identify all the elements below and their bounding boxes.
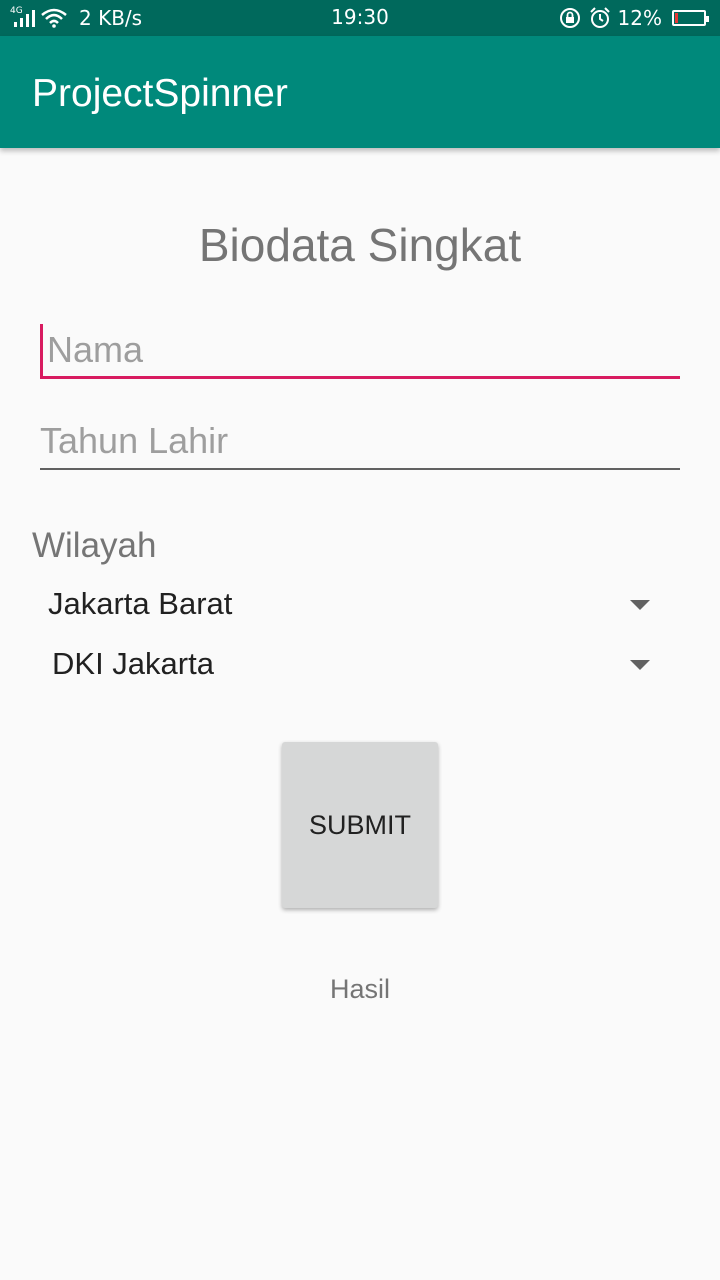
form-title: Biodata Singkat: [198, 219, 522, 271]
provinsi-spinner-value: DKI Jakarta: [52, 646, 214, 681]
status-right: 12%: [558, 0, 709, 36]
battery-percent: 12%: [617, 6, 662, 30]
battery-level: [675, 13, 678, 23]
kota-spinner[interactable]: Jakarta Barat: [40, 578, 660, 634]
battery-icon: [672, 10, 709, 26]
kota-spinner-value: Jakarta Barat: [48, 586, 233, 621]
app-title: ProjectSpinner: [32, 72, 288, 115]
dropdown-arrow-icon: [630, 600, 650, 610]
submit-button[interactable]: SUBMIT: [282, 742, 438, 908]
result-text: Hasil: [329, 974, 390, 1004]
dropdown-arrow-icon: [630, 660, 650, 670]
status-bar: 4G 2 KB/s 19:30 12%: [0, 0, 720, 36]
provinsi-spinner[interactable]: DKI Jakarta: [40, 638, 660, 694]
wilayah-label: Wilayah: [32, 526, 157, 565]
alarm-icon: [589, 7, 610, 28]
tahun-lahir-input[interactable]: [40, 414, 680, 470]
rotation-lock-icon: [559, 8, 580, 28]
nama-input[interactable]: [40, 324, 680, 379]
app-bar: ProjectSpinner: [0, 36, 720, 148]
